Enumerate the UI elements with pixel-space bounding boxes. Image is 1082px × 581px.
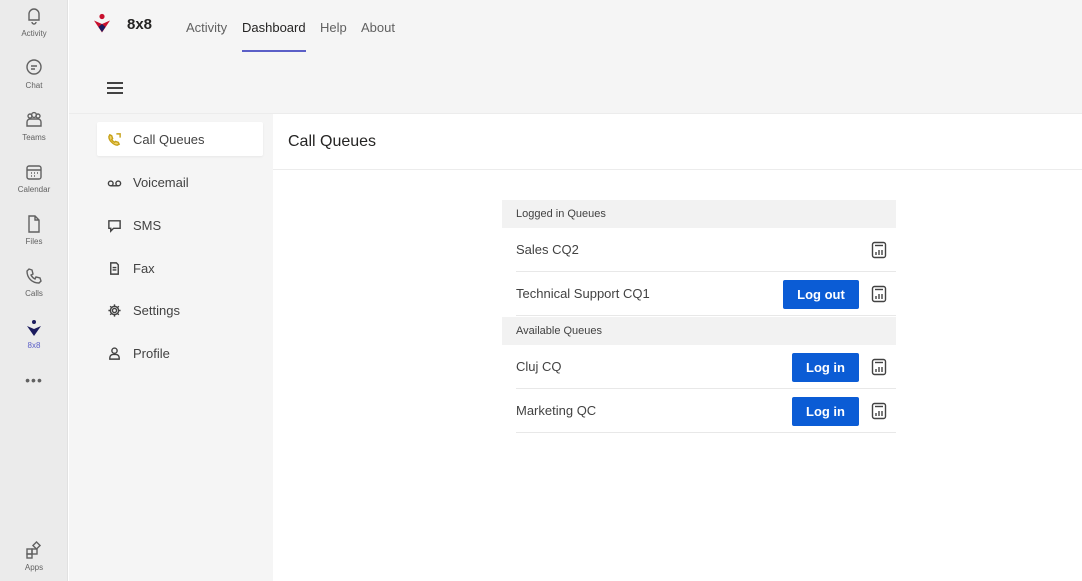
call-queue-icon bbox=[108, 132, 121, 146]
sidebar-item-label: Call Queues bbox=[133, 131, 205, 147]
queue-name: Sales CQ2 bbox=[516, 242, 579, 257]
voicemail-icon bbox=[107, 179, 122, 186]
page-header: Call Queues bbox=[273, 114, 1082, 170]
log-in-button[interactable]: Log in bbox=[792, 397, 859, 426]
rail-item-label: 8x8 bbox=[27, 341, 41, 350]
chat-icon bbox=[26, 59, 42, 75]
tab-dashboard[interactable]: Dashboard bbox=[242, 20, 306, 35]
rail-item-label: Teams bbox=[22, 133, 46, 142]
rail-item-label: Calendar bbox=[17, 185, 51, 194]
available-queues-heading: Available Queues bbox=[502, 317, 896, 345]
hamburger-menu-icon[interactable] bbox=[107, 82, 123, 95]
8x8-logo-icon bbox=[94, 13, 110, 33]
queue-name: Cluj CQ bbox=[516, 359, 562, 374]
queue-row: Technical Support CQ1 Log out bbox=[516, 272, 896, 316]
fax-icon bbox=[110, 261, 119, 275]
toolbar bbox=[69, 56, 1082, 114]
8x8-logo-icon bbox=[27, 320, 41, 336]
queue-name: Marketing QC bbox=[516, 403, 597, 418]
rail-item-label: Chat bbox=[25, 81, 43, 90]
queue-stats-icon[interactable] bbox=[871, 358, 887, 376]
sms-icon bbox=[108, 219, 121, 233]
rail-item-label: Calls bbox=[25, 289, 43, 298]
brand-name: 8x8 bbox=[127, 16, 153, 33]
more-apps-icon[interactable]: ••• bbox=[0, 372, 68, 388]
queue-stats-icon[interactable] bbox=[871, 285, 887, 303]
queue-stats-icon[interactable] bbox=[871, 241, 887, 259]
rail-item-calls[interactable]: Calls bbox=[0, 266, 68, 316]
sidebar-item-label: Profile bbox=[133, 345, 170, 361]
sidebar-item-voicemail[interactable]: Voicemail bbox=[97, 165, 263, 199]
rail-item-apps[interactable]: Apps bbox=[0, 540, 68, 581]
rail-item-teams[interactable]: Teams bbox=[0, 110, 68, 160]
sidebar-item-label: Fax bbox=[133, 260, 155, 276]
sidebar-item-profile[interactable]: Profile bbox=[97, 336, 263, 370]
logged-in-queues-heading: Logged in Queues bbox=[502, 200, 896, 228]
rail-item-calendar[interactable]: Calendar bbox=[0, 162, 68, 212]
sidebar-item-settings[interactable]: Settings bbox=[97, 293, 263, 327]
rail-item-8x8[interactable]: 8x8 bbox=[0, 318, 68, 368]
phone-icon bbox=[26, 268, 42, 284]
log-out-button[interactable]: Log out bbox=[783, 280, 859, 309]
rail-item-files[interactable]: Files bbox=[0, 214, 68, 264]
active-tab-indicator bbox=[242, 50, 306, 52]
sidebar-item-call-queues[interactable]: Call Queues bbox=[97, 122, 263, 156]
queue-name: Technical Support CQ1 bbox=[516, 286, 650, 301]
bell-icon bbox=[28, 8, 40, 25]
sidebar-item-sms[interactable]: SMS bbox=[97, 208, 263, 242]
queue-row: Cluj CQ Log in bbox=[516, 345, 896, 389]
calendar-icon bbox=[26, 165, 42, 180]
person-icon bbox=[109, 346, 120, 360]
gear-icon bbox=[108, 303, 121, 317]
sidebar-item-label: Settings bbox=[133, 302, 180, 318]
sidebar-item-fax[interactable]: Fax bbox=[97, 251, 263, 285]
page-title: Call Queues bbox=[288, 133, 377, 150]
rail-item-label: Apps bbox=[24, 563, 44, 572]
queue-row: Marketing QC Log in bbox=[516, 389, 896, 433]
rail-item-label: Files bbox=[25, 237, 43, 246]
sidebar: Call Queues Voicemail SMS Fax Settings P… bbox=[69, 114, 273, 581]
rail-item-chat[interactable]: Chat bbox=[0, 58, 68, 108]
log-in-button[interactable]: Log in bbox=[792, 353, 859, 382]
queue-row: Sales CQ2 bbox=[516, 228, 896, 272]
tab-help[interactable]: Help bbox=[320, 20, 347, 35]
tab-about[interactable]: About bbox=[361, 20, 395, 35]
app-header: 8x8 Activity Dashboard Help About bbox=[69, 0, 1082, 56]
sidebar-item-label: Voicemail bbox=[133, 174, 189, 190]
teams-app-rail: Activity Chat Teams Calendar Files Calls… bbox=[0, 0, 68, 581]
tab-activity[interactable]: Activity bbox=[186, 20, 227, 35]
teams-icon bbox=[26, 111, 42, 127]
sidebar-item-label: SMS bbox=[133, 217, 162, 233]
rail-item-activity[interactable]: Activity bbox=[0, 6, 68, 56]
file-icon bbox=[28, 215, 40, 233]
queue-stats-icon[interactable] bbox=[871, 402, 887, 420]
rail-item-label: Activity bbox=[21, 29, 47, 38]
apps-icon bbox=[26, 540, 42, 559]
main-content: Call Queues Logged in Queues Sales CQ2 T… bbox=[273, 114, 1082, 581]
